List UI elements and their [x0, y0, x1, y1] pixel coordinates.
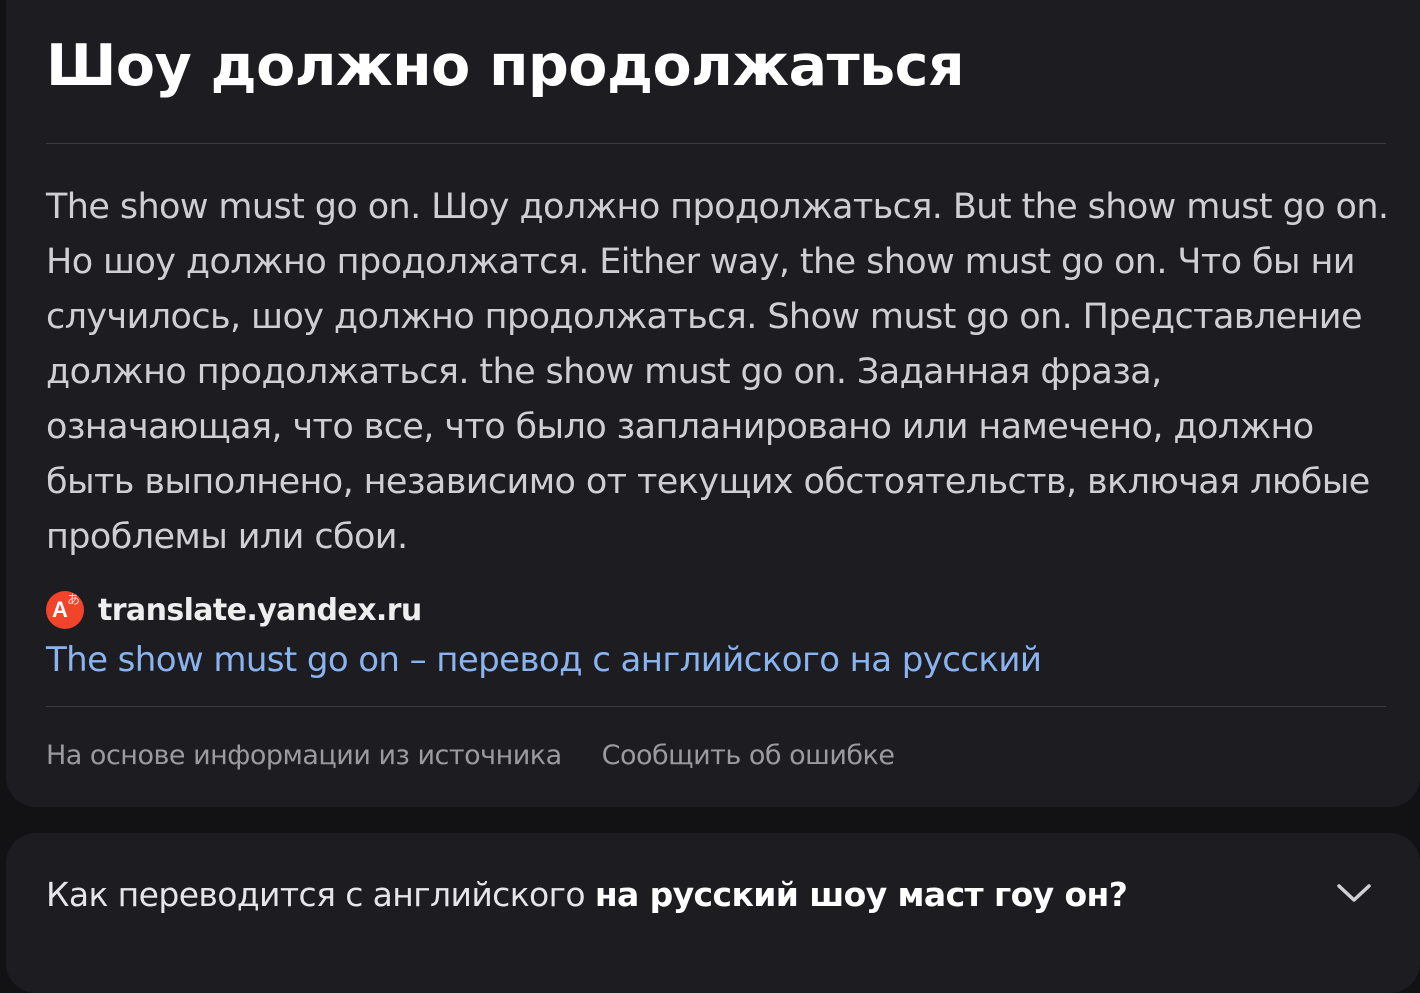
chevron-down-icon[interactable] — [1336, 881, 1372, 905]
answer-body: The show must go on. Шоу должно продолжа… — [46, 187, 1389, 557]
source-domain[interactable]: translate.yandex.ru — [98, 593, 422, 628]
report-error-button[interactable]: Сообщить об ошибке — [602, 738, 895, 774]
based-on-source-label[interactable]: На основе информации из источника — [46, 738, 562, 774]
related-question[interactable]: Как переводится с английского на русский… — [46, 873, 1128, 917]
source-link[interactable]: The show must go on – перевод с английск… — [46, 638, 1042, 682]
source-row[interactable]: Aあ translate.yandex.ru — [46, 590, 422, 630]
yandex-translate-icon: Aあ — [46, 591, 84, 629]
answer-card: Шоу должно продолжаться The show must go… — [6, 0, 1420, 807]
related-question-bold: на русский шоу маст гоу он? — [594, 875, 1128, 914]
answer-footer: На основе информации из источника Сообщи… — [46, 738, 895, 774]
footer-divider — [46, 706, 1386, 707]
answer-title: Шоу должно продолжаться — [46, 33, 965, 99]
related-question-prefix: Как переводится с английского — [46, 875, 595, 914]
related-question-card[interactable]: Как переводится с английского на русский… — [6, 833, 1420, 993]
title-divider — [46, 143, 1386, 144]
